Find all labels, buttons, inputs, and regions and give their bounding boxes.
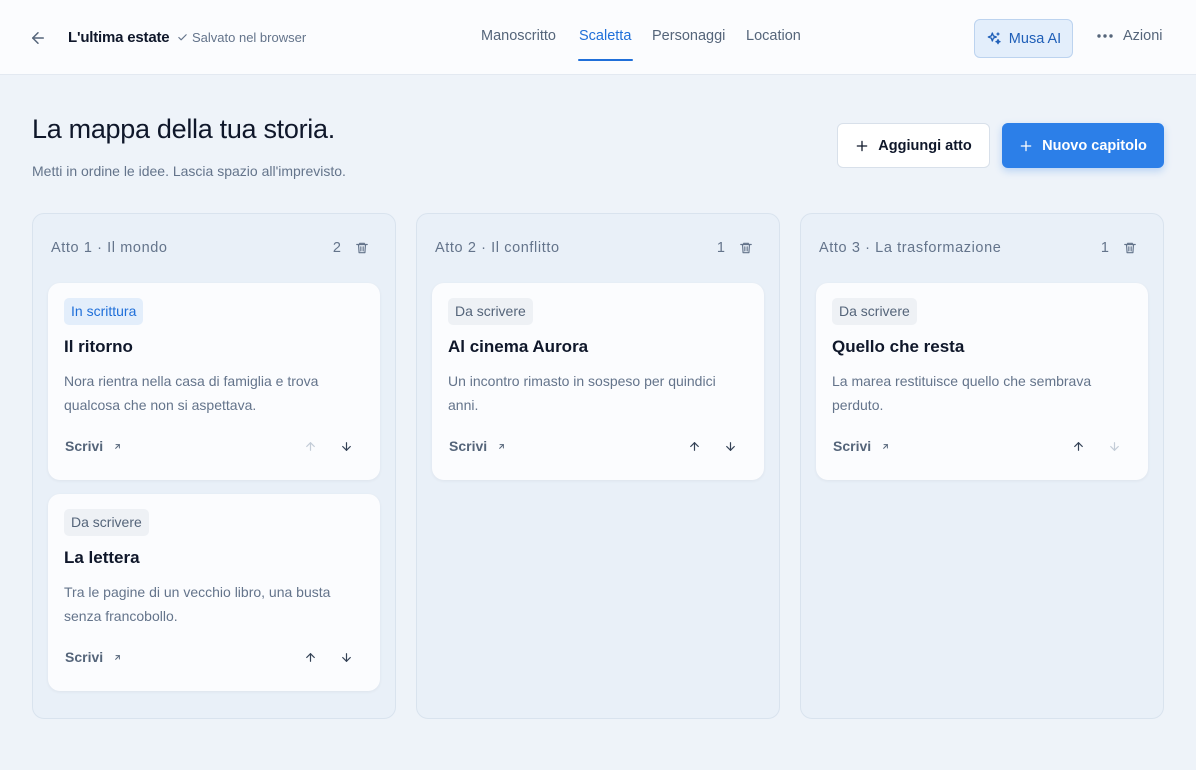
chapter-description: La marea restituisce quello che sembrava…: [832, 373, 1092, 413]
arrow-up-right-icon: [115, 443, 121, 449]
tab-location[interactable]: Location: [746, 28, 801, 44]
chapter-description: Nora rientra nella casa di famiglia e tr…: [64, 373, 319, 413]
write-label: Scrivi: [833, 438, 872, 454]
delete-act-button[interactable]: [353, 239, 371, 257]
arrow-up-icon: [305, 652, 315, 662]
move-down-button[interactable]: [1104, 436, 1124, 456]
chapter-title: Il ritorno: [64, 337, 133, 356]
act-column: Atto 2 · Il conflitto 1 Da scrivere Al c…: [416, 213, 780, 719]
arrow-down-icon: [341, 441, 351, 451]
chapter-title: Al cinema Aurora: [448, 337, 589, 356]
arrow-up-icon: [305, 441, 315, 451]
move-up-button[interactable]: [300, 647, 320, 667]
act-chapter-count: 1: [716, 240, 725, 256]
move-up-button[interactable]: [300, 436, 320, 456]
chapter-title: Quello che resta: [832, 337, 965, 356]
sparkles-icon: [987, 31, 1001, 44]
write-label: Scrivi: [65, 649, 104, 665]
tab-manoscritto[interactable]: Manoscritto: [481, 28, 556, 44]
arrow-down-icon: [725, 441, 735, 451]
arrow-left-icon: [32, 32, 44, 44]
trash-icon: [1124, 242, 1136, 254]
act-title: Atto 3 · La trasformazione: [819, 240, 1002, 256]
act-title: Atto 1 · Il mondo: [51, 240, 168, 256]
page-subtitle: Metti in ordine le idee. Lascia spazio a…: [32, 163, 346, 179]
act-title: Atto 2 · Il conflitto: [435, 240, 560, 256]
chapter-card[interactable]: Da scrivere La lettera Tra le pagine di …: [48, 494, 380, 691]
status-badge: Da scrivere: [64, 509, 149, 536]
new-chapter-button[interactable]: Nuovo capitolo: [1002, 123, 1164, 168]
actions-menu-button[interactable]: Azioni: [1096, 28, 1163, 44]
more-horizontal-icon: [1097, 34, 1113, 38]
arrow-down-icon: [341, 652, 351, 662]
write-button[interactable]: Scrivi: [65, 649, 122, 665]
write-label: Scrivi: [449, 438, 488, 454]
save-status: Salvato nel browser: [177, 30, 306, 45]
write-button[interactable]: Scrivi: [833, 438, 890, 454]
chapter-card[interactable]: Da scrivere Quello che resta La marea re…: [816, 283, 1148, 480]
musa-ai-button[interactable]: Musa AI: [974, 19, 1073, 58]
arrow-up-right-icon: [499, 443, 505, 449]
tab-personaggi[interactable]: Personaggi: [652, 28, 725, 44]
back-button[interactable]: [26, 26, 50, 50]
status-badge: Da scrivere: [448, 298, 533, 325]
arrow-up-icon: [689, 441, 699, 451]
write-button[interactable]: Scrivi: [65, 438, 122, 454]
move-down-button[interactable]: [336, 436, 356, 456]
actions-label: Azioni: [1123, 28, 1163, 44]
top-bar: L'ultima estate Salvato nel browser Mano…: [0, 0, 1196, 75]
act-chapter-count: 2: [332, 240, 341, 256]
new-chapter-label: Nuovo capitolo: [1042, 137, 1147, 154]
add-act-button[interactable]: Aggiungi atto: [837, 123, 990, 168]
status-badge: Da scrivere: [832, 298, 917, 325]
write-button[interactable]: Scrivi: [449, 438, 506, 454]
chapter-description: Un incontro rimasto in sospeso per quind…: [448, 373, 716, 413]
tab-scaletta[interactable]: Scaletta: [579, 28, 631, 44]
chapter-card[interactable]: In scrittura Il ritorno Nora rientra nel…: [48, 283, 380, 480]
trash-icon: [356, 242, 368, 254]
move-down-button[interactable]: [336, 647, 356, 667]
act-column: Atto 1 · Il mondo 2 In scrittura Il rito…: [32, 213, 396, 719]
musa-ai-label: Musa AI: [1008, 30, 1062, 47]
move-down-button[interactable]: [720, 436, 740, 456]
page-title: La mappa della tua storia.: [32, 114, 335, 144]
plus-icon: [1020, 140, 1032, 151]
move-up-button[interactable]: [684, 436, 704, 456]
write-label: Scrivi: [65, 438, 104, 454]
chapter-title: La lettera: [64, 548, 140, 567]
act-chapter-count: 1: [1100, 240, 1109, 256]
active-tab-indicator: [578, 59, 633, 61]
arrow-up-icon: [1073, 441, 1083, 451]
arrow-up-right-icon: [883, 443, 889, 449]
arrow-up-right-icon: [115, 654, 121, 660]
chapter-card[interactable]: Da scrivere Al cinema Aurora Un incontro…: [432, 283, 764, 480]
trash-icon: [740, 242, 752, 254]
delete-act-button[interactable]: [737, 239, 755, 257]
move-up-button[interactable]: [1068, 436, 1088, 456]
plus-icon: [856, 140, 868, 151]
act-column: Atto 3 · La trasformazione 1 Da scrivere…: [800, 213, 1164, 719]
save-status-text: Salvato nel browser: [192, 30, 307, 45]
check-icon: [178, 34, 187, 41]
arrow-down-icon: [1109, 441, 1119, 451]
document-title: L'ultima estate: [68, 29, 170, 46]
delete-act-button[interactable]: [1121, 239, 1139, 257]
status-badge: In scrittura: [64, 298, 144, 325]
add-act-label: Aggiungi atto: [878, 137, 972, 154]
chapter-description: Tra le pagine di un vecchio libro, una b…: [64, 584, 331, 624]
